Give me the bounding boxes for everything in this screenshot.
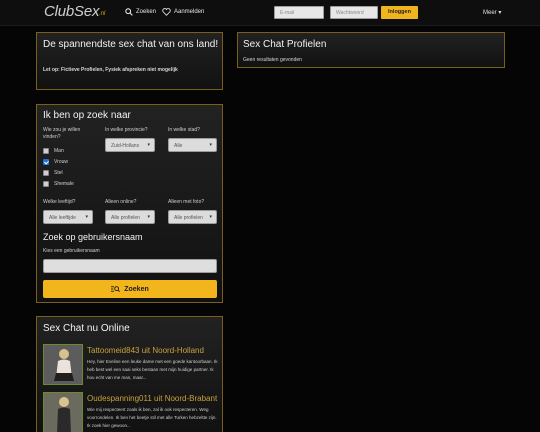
who-label: Wie zou je willen vinden?	[43, 127, 81, 140]
checkbox-vrouw-label: Vrouw	[54, 159, 68, 165]
chevron-down-icon: ▾	[85, 214, 88, 220]
online-select[interactable]: Alle profielen ▾	[105, 210, 155, 224]
age-value: Alle leeftijde	[49, 215, 76, 221]
search-button-label: Zoeken	[124, 285, 149, 293]
profile-name[interactable]: Oudespanning011 uit Noord-Brabant	[87, 394, 217, 403]
search-list-icon	[111, 286, 121, 293]
checkbox-vrouw[interactable]	[43, 159, 49, 165]
profiles-title: Sex Chat Profielen	[243, 39, 327, 50]
online-title: Sex Chat nu Online	[43, 323, 130, 334]
province-value: Zuid-Hollans	[111, 143, 140, 149]
search-form-panel: Ik ben op zoek naar Wie zou je willen vi…	[36, 104, 223, 303]
checkbox-shemale-label: Shemale	[54, 181, 74, 187]
chevron-down-icon: ▾	[147, 214, 150, 220]
nav-search-label: Zoeken	[136, 9, 157, 15]
username-title: Zoek op gebruikersnaam	[43, 232, 143, 242]
profile-name[interactable]: Tattoomeid843 uit Noord-Holland	[87, 346, 204, 355]
city-label: In welke stad?	[168, 127, 200, 133]
online-panel: Sex Chat nu Online Tattoomeid843 uit Noo…	[36, 316, 223, 432]
province-label: In welke provincie?	[105, 127, 148, 133]
nav-search-link[interactable]: Zoeken	[125, 8, 156, 16]
checkbox-shemale[interactable]	[43, 181, 49, 187]
age-label: Welke leeftijd?	[43, 199, 76, 205]
profile-photo[interactable]	[43, 392, 83, 432]
checkbox-man-label: Man	[54, 148, 64, 154]
chevron-down-icon: ▾	[209, 214, 212, 220]
age-select[interactable]: Alle leeftijde ▾	[43, 210, 93, 224]
profile-photo[interactable]	[43, 344, 83, 385]
logo-suffix: .nl	[99, 11, 106, 17]
chevron-down-icon: ▾	[147, 142, 150, 148]
intro-panel: De spannendste sex chat van ons land! Le…	[36, 32, 223, 90]
province-select[interactable]: Zuid-Hollans ▾	[105, 138, 155, 152]
nav-register-label: Aanmelden	[174, 9, 205, 15]
site-logo[interactable]: ClubSex.nl	[44, 3, 105, 20]
photo-select[interactable]: Alle profielen ▾	[168, 210, 217, 224]
heart-icon	[162, 8, 171, 16]
profile-description: Wie mij respecteert zoals ik ben, zal ik…	[87, 407, 217, 428]
profile-photo-image	[44, 393, 82, 432]
profile-photo-image	[44, 345, 82, 384]
checkbox-man[interactable]	[43, 148, 49, 154]
profiles-empty-text: Geen resultaten gevonden	[243, 57, 302, 63]
photo-value: Alle profielen	[174, 215, 203, 221]
login-button[interactable]: Inloggen	[381, 6, 418, 19]
photo-label: Alleen met foto?	[168, 199, 205, 205]
profiles-panel: Sex Chat Profielen Geen resultaten gevon…	[237, 32, 505, 68]
email-field[interactable]: E-mail	[274, 6, 324, 19]
online-label: Alleen online?	[105, 199, 137, 205]
profile-description: Hey, hier Eveline een leuke dame met een…	[87, 359, 218, 380]
intro-note: Let op: Fictieve Profielen, Fysiek afspr…	[43, 67, 178, 73]
online-value: Alle profielen	[111, 215, 140, 221]
city-value: Alle	[174, 143, 183, 149]
more-menu[interactable]: Meer ▾	[483, 9, 501, 16]
nav-register-link[interactable]: Aanmelden	[162, 8, 204, 16]
intro-title: De spannendste sex chat van ons land!	[43, 39, 219, 50]
checkbox-stel[interactable]	[43, 170, 49, 176]
search-icon	[125, 8, 133, 16]
checkbox-stel-label: Stel	[54, 170, 63, 176]
top-navbar: ClubSex.nl Zoeken Aanmelden E-mail Wacht…	[0, 0, 540, 26]
search-form-title: Ik ben op zoek naar	[43, 110, 131, 121]
search-button[interactable]: Zoeken	[43, 280, 217, 298]
username-label: Kies een gebruikersnaam	[43, 248, 100, 254]
city-select[interactable]: Alle ▾	[168, 138, 217, 152]
chevron-down-icon: ▾	[209, 142, 212, 148]
username-input[interactable]	[43, 259, 217, 273]
password-field[interactable]: Wachtwoord	[330, 6, 378, 19]
